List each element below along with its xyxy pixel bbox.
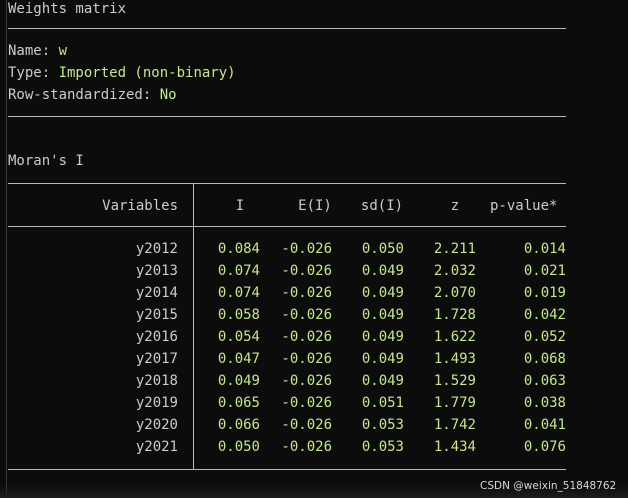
row-z-value: 2.032	[433, 263, 476, 279]
row-expected-i-value: -0.026	[281, 241, 332, 257]
table-header-rule	[8, 226, 566, 227]
row-variable: y2012	[135, 241, 178, 257]
window-left-border	[6, 0, 7, 498]
header-z: z	[450, 198, 460, 214]
row-z-value: 1.779	[433, 395, 476, 411]
row-i-value: 0.066	[217, 417, 260, 433]
row-p-value: 0.068	[523, 351, 566, 367]
row-p-value: 0.063	[523, 373, 566, 389]
row-expected-i-value: -0.026	[281, 417, 332, 433]
name-value: w	[58, 43, 68, 59]
row-i-value: 0.074	[217, 263, 260, 279]
weights-matrix-title: Weights matrix	[8, 1, 127, 17]
row-variable: y2017	[135, 351, 178, 367]
row-variable: y2016	[135, 329, 178, 345]
row-expected-i-value: -0.026	[281, 373, 332, 389]
row-sd-i-value: 0.049	[361, 263, 404, 279]
morans-i-title: Moran's I	[8, 153, 84, 169]
row-z-value: 1.622	[433, 329, 476, 345]
row-z-value: 1.742	[433, 417, 476, 433]
row-i-value: 0.084	[217, 241, 260, 257]
row-i-value: 0.065	[217, 395, 260, 411]
row-p-value: 0.038	[523, 395, 566, 411]
type-value: Imported (non-binary)	[58, 65, 236, 81]
row-variable: y2014	[135, 285, 178, 301]
row-expected-i-value: -0.026	[281, 351, 332, 367]
header-sd-i: sd(I)	[360, 198, 404, 214]
row-expected-i-value: -0.026	[281, 285, 332, 301]
row-sd-i-value: 0.049	[361, 373, 404, 389]
row-z-value: 1.529	[433, 373, 476, 389]
header-p-value: p-value*	[490, 198, 558, 214]
row-p-value: 0.019	[523, 285, 566, 301]
weights-rowstd-line: Row-standardized: No	[8, 86, 177, 104]
row-z-value: 1.728	[433, 307, 476, 323]
row-sd-i-value: 0.053	[361, 439, 404, 455]
row-expected-i-value: -0.026	[281, 395, 332, 411]
weights-type-line: Type: Imported (non-binary)	[8, 64, 236, 82]
row-expected-i-value: -0.026	[281, 307, 332, 323]
name-label: Name:	[8, 43, 59, 59]
row-p-value: 0.042	[523, 307, 566, 323]
type-label: Type:	[8, 65, 59, 81]
row-i-value: 0.050	[217, 439, 260, 455]
row-z-value: 1.493	[433, 351, 476, 367]
row-z-value: 1.434	[433, 439, 476, 455]
header-variables: Variables	[102, 198, 178, 214]
csdn-watermark: CSDN @weixin_51848762	[480, 480, 617, 492]
row-i-value: 0.047	[217, 351, 260, 367]
row-sd-i-value: 0.049	[361, 307, 404, 323]
divider-line	[8, 28, 566, 29]
row-sd-i-value: 0.049	[361, 285, 404, 301]
row-expected-i-value: -0.026	[281, 263, 332, 279]
row-expected-i-value: -0.026	[281, 439, 332, 455]
row-i-value: 0.058	[217, 307, 260, 323]
row-z-value: 2.211	[433, 241, 476, 257]
row-expected-i-value: -0.026	[281, 329, 332, 345]
row-variable: y2021	[135, 439, 178, 455]
row-sd-i-value: 0.050	[361, 241, 404, 257]
row-p-value: 0.052	[523, 329, 566, 345]
header-expected-i: E(I)	[298, 198, 332, 214]
row-variable: y2018	[135, 373, 178, 389]
row-sd-i-value: 0.049	[361, 329, 404, 345]
divider-line	[8, 116, 566, 117]
row-sd-i-value: 0.049	[361, 351, 404, 367]
row-i-value: 0.049	[217, 373, 260, 389]
row-variable: y2019	[135, 395, 178, 411]
row-i-value: 0.074	[217, 285, 260, 301]
row-sd-i-value: 0.053	[361, 417, 404, 433]
row-p-value: 0.076	[523, 439, 566, 455]
row-sd-i-value: 0.051	[361, 395, 404, 411]
table-bottom-rule	[8, 469, 566, 470]
table-top-rule	[8, 183, 566, 184]
weights-name-line: Name: w	[8, 42, 67, 60]
row-p-value: 0.041	[523, 417, 566, 433]
row-variable: y2020	[135, 417, 178, 433]
row-z-value: 2.070	[433, 285, 476, 301]
row-p-value: 0.014	[523, 241, 566, 257]
row-variable: y2015	[135, 307, 178, 323]
row-i-value: 0.054	[217, 329, 260, 345]
rowstd-label: Row-standardized:	[8, 87, 160, 103]
rowstd-value: No	[159, 87, 177, 103]
header-i: I	[235, 198, 245, 214]
row-p-value: 0.021	[523, 263, 566, 279]
row-variable: y2013	[135, 263, 178, 279]
